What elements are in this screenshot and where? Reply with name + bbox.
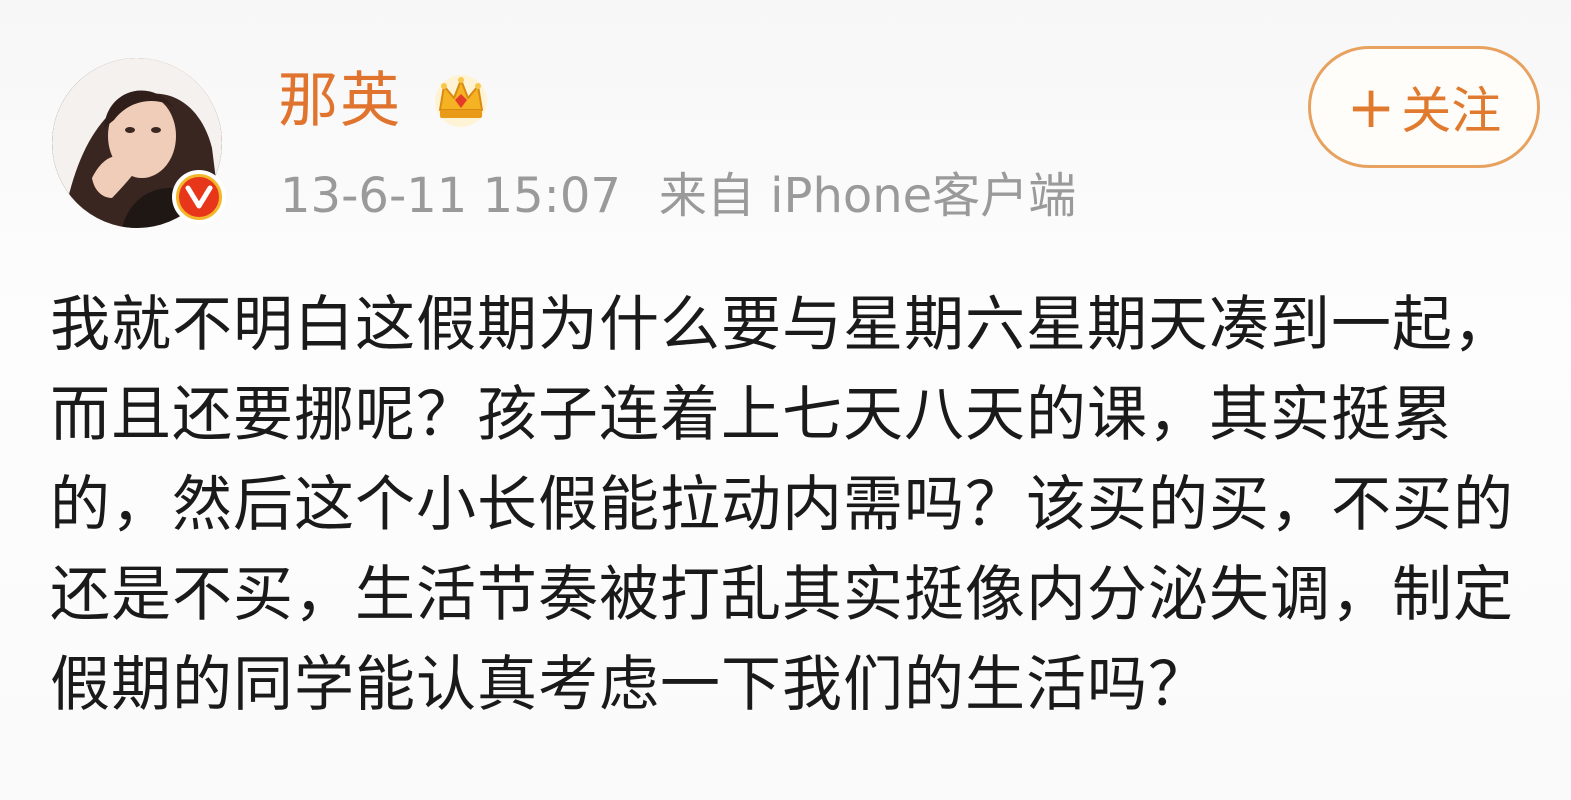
avatar-container[interactable] [52, 58, 226, 228]
post-meta: 13-6-11 15:07 来自 iPhone客户端 [280, 166, 1076, 226]
plus-icon: + [1346, 73, 1396, 141]
weibo-post-card: 那英 13-6-11 15:07 来自 iPhone客户端 + 关注 我就不明白这… [0, 0, 1571, 800]
verified-badge [172, 170, 226, 224]
follow-button[interactable]: + 关注 [1308, 46, 1540, 168]
verified-v-icon [176, 174, 222, 220]
crown-icon [428, 66, 494, 132]
user-name[interactable]: 那英 [278, 66, 402, 136]
post-content: 我就不明白这假期为什么要与星期六星期天凑到一起，而且还要挪呢？孩子连着上七天八天… [50, 290, 1514, 720]
post-timestamp: 13-6-11 15:07 [280, 168, 621, 224]
follow-label: 关注 [1401, 82, 1502, 140]
post-source: 来自 iPhone客户端 [658, 168, 1077, 224]
